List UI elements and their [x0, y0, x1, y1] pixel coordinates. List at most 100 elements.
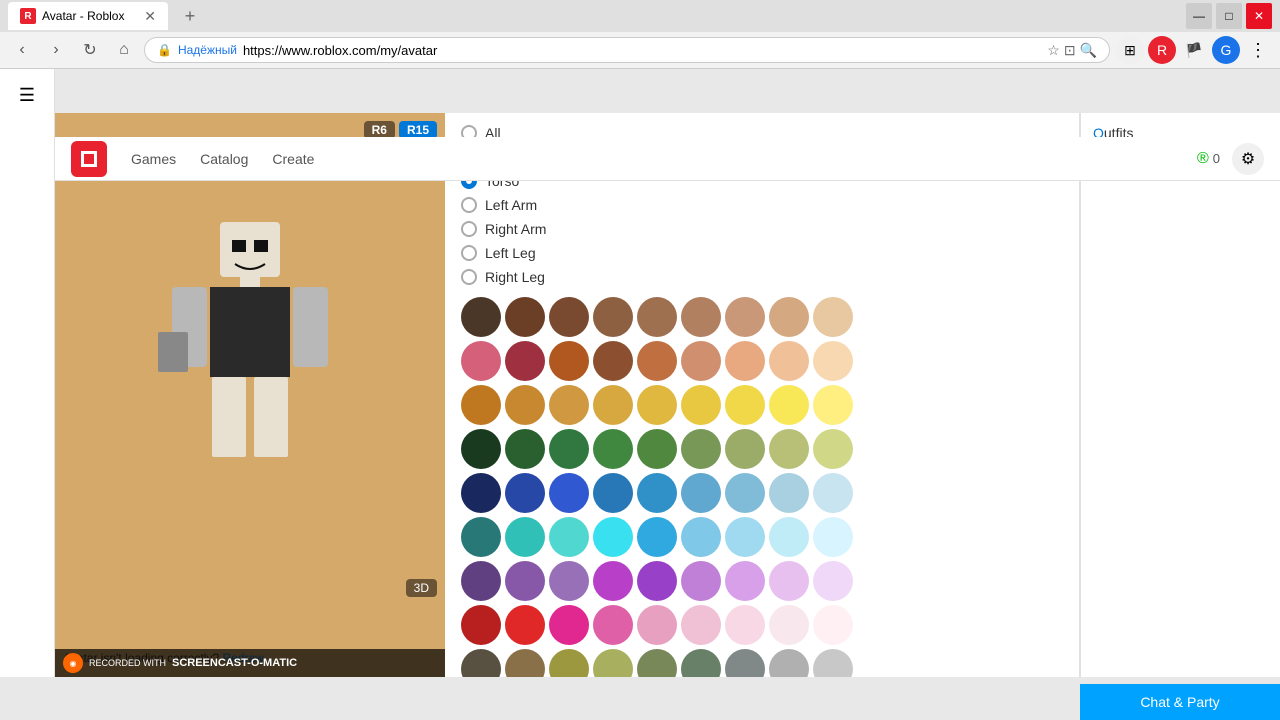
- color-swatch-12[interactable]: [593, 341, 633, 381]
- color-swatch-73[interactable]: [505, 649, 545, 677]
- extensions-button[interactable]: ⊞: [1116, 36, 1144, 64]
- color-swatch-35[interactable]: [813, 429, 853, 469]
- color-swatch-5[interactable]: [681, 297, 721, 337]
- tab-close-button[interactable]: ✕: [144, 8, 156, 25]
- close-button[interactable]: ✕: [1246, 3, 1272, 29]
- roblox-logo[interactable]: [71, 141, 107, 177]
- color-swatch-63[interactable]: [461, 605, 501, 645]
- color-swatch-62[interactable]: [813, 561, 853, 601]
- color-swatch-8[interactable]: [813, 297, 853, 337]
- color-swatch-2[interactable]: [549, 297, 589, 337]
- back-button[interactable]: ‹: [8, 36, 36, 64]
- roblox-ext-button[interactable]: R: [1148, 36, 1176, 64]
- color-swatch-14[interactable]: [681, 341, 721, 381]
- browser-tab[interactable]: R Avatar - Roblox ✕: [8, 2, 168, 30]
- color-swatch-37[interactable]: [505, 473, 545, 513]
- color-swatch-6[interactable]: [725, 297, 765, 337]
- color-swatch-67[interactable]: [637, 605, 677, 645]
- color-swatch-69[interactable]: [725, 605, 765, 645]
- color-swatch-65[interactable]: [549, 605, 589, 645]
- color-swatch-56[interactable]: [549, 561, 589, 601]
- color-swatch-4[interactable]: [637, 297, 677, 337]
- nav-games[interactable]: Games: [131, 151, 176, 167]
- color-swatch-31[interactable]: [637, 429, 677, 469]
- color-swatch-21[interactable]: [593, 385, 633, 425]
- color-swatch-50[interactable]: [681, 517, 721, 557]
- radio-left-arm[interactable]: Left Arm: [461, 197, 1063, 213]
- color-swatch-66[interactable]: [593, 605, 633, 645]
- robux-counter[interactable]: ® 0: [1197, 150, 1220, 168]
- color-swatch-78[interactable]: [725, 649, 765, 677]
- minimize-button[interactable]: —: [1186, 3, 1212, 29]
- color-swatch-29[interactable]: [549, 429, 589, 469]
- color-swatch-53[interactable]: [813, 517, 853, 557]
- color-swatch-77[interactable]: [681, 649, 721, 677]
- new-tab-button[interactable]: +: [176, 2, 204, 30]
- color-swatch-10[interactable]: [505, 341, 545, 381]
- maximize-button[interactable]: □: [1216, 3, 1242, 29]
- color-swatch-51[interactable]: [725, 517, 765, 557]
- color-swatch-72[interactable]: [461, 649, 501, 677]
- color-swatch-18[interactable]: [461, 385, 501, 425]
- nav-create[interactable]: Create: [272, 151, 314, 167]
- radio-right-arm[interactable]: Right Arm: [461, 221, 1063, 237]
- color-swatch-20[interactable]: [549, 385, 589, 425]
- nav-catalog[interactable]: Catalog: [200, 151, 248, 167]
- color-swatch-70[interactable]: [769, 605, 809, 645]
- color-swatch-47[interactable]: [549, 517, 589, 557]
- color-swatch-40[interactable]: [637, 473, 677, 513]
- color-swatch-58[interactable]: [637, 561, 677, 601]
- color-swatch-64[interactable]: [505, 605, 545, 645]
- home-button[interactable]: ⌂: [110, 36, 138, 64]
- chrome-user-icon[interactable]: G: [1212, 36, 1240, 64]
- url-input[interactable]: 🔒 Надёжный https://www.roblox.com/my/ava…: [144, 37, 1110, 63]
- color-swatch-25[interactable]: [769, 385, 809, 425]
- color-swatch-15[interactable]: [725, 341, 765, 381]
- color-swatch-27[interactable]: [461, 429, 501, 469]
- settings-button[interactable]: ⚙: [1232, 143, 1264, 175]
- color-swatch-74[interactable]: [549, 649, 589, 677]
- color-swatch-54[interactable]: [461, 561, 501, 601]
- color-swatch-43[interactable]: [769, 473, 809, 513]
- color-swatch-3[interactable]: [593, 297, 633, 337]
- color-swatch-30[interactable]: [593, 429, 633, 469]
- color-swatch-13[interactable]: [637, 341, 677, 381]
- color-swatch-55[interactable]: [505, 561, 545, 601]
- color-swatch-23[interactable]: [681, 385, 721, 425]
- color-swatch-9[interactable]: [461, 341, 501, 381]
- color-swatch-22[interactable]: [637, 385, 677, 425]
- color-swatch-76[interactable]: [637, 649, 677, 677]
- chat-party-button[interactable]: Chat & Party: [1080, 684, 1280, 720]
- color-swatch-79[interactable]: [769, 649, 809, 677]
- color-swatch-41[interactable]: [681, 473, 721, 513]
- color-swatch-34[interactable]: [769, 429, 809, 469]
- color-swatch-33[interactable]: [725, 429, 765, 469]
- color-swatch-59[interactable]: [681, 561, 721, 601]
- color-swatch-1[interactable]: [505, 297, 545, 337]
- color-swatch-60[interactable]: [725, 561, 765, 601]
- color-swatch-11[interactable]: [549, 341, 589, 381]
- flag-icon[interactable]: 🏴: [1180, 36, 1208, 64]
- color-swatch-44[interactable]: [813, 473, 853, 513]
- color-swatch-0[interactable]: [461, 297, 501, 337]
- color-swatch-36[interactable]: [461, 473, 501, 513]
- color-swatch-7[interactable]: [769, 297, 809, 337]
- color-swatch-28[interactable]: [505, 429, 545, 469]
- radio-left-leg[interactable]: Left Leg: [461, 245, 1063, 261]
- color-swatch-38[interactable]: [549, 473, 589, 513]
- color-swatch-45[interactable]: [461, 517, 501, 557]
- color-swatch-42[interactable]: [725, 473, 765, 513]
- color-swatch-68[interactable]: [681, 605, 721, 645]
- color-swatch-75[interactable]: [593, 649, 633, 677]
- 3d-view-badge[interactable]: 3D: [406, 579, 437, 597]
- color-swatch-46[interactable]: [505, 517, 545, 557]
- color-swatch-52[interactable]: [769, 517, 809, 557]
- color-swatch-39[interactable]: [593, 473, 633, 513]
- color-swatch-57[interactable]: [593, 561, 633, 601]
- cast-icon[interactable]: ⊡: [1064, 42, 1076, 59]
- color-swatch-49[interactable]: [637, 517, 677, 557]
- hamburger-menu-icon[interactable]: ☰: [9, 77, 45, 113]
- radio-right-leg[interactable]: Right Leg: [461, 269, 1063, 285]
- color-swatch-32[interactable]: [681, 429, 721, 469]
- color-swatch-80[interactable]: [813, 649, 853, 677]
